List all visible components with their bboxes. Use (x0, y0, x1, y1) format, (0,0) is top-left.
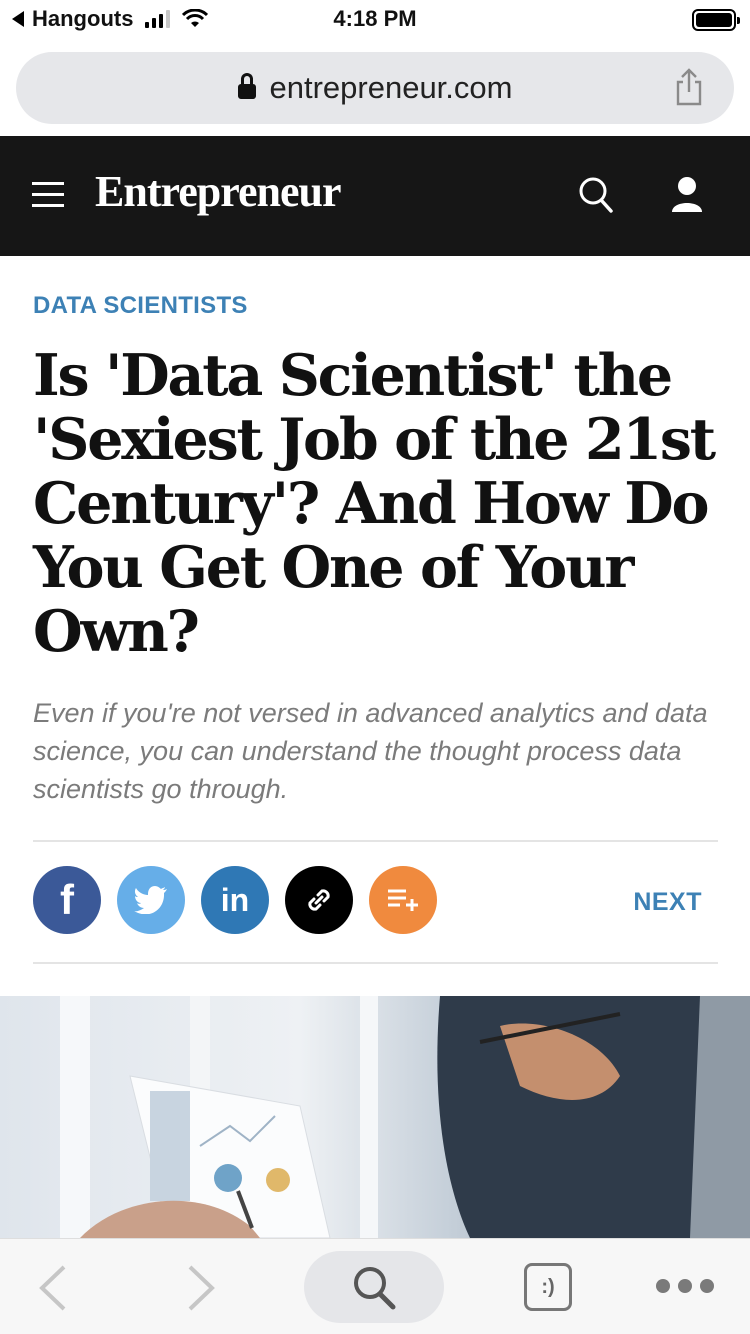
twitter-share-button[interactable] (117, 866, 185, 934)
hero-photo-illustration (60, 996, 750, 1238)
article-headline: Is 'Data Scientist' the 'Sexiest Job of … (33, 342, 716, 665)
site-header: Entrepreneur (0, 136, 750, 256)
tabs-icon[interactable]: :) (524, 1263, 572, 1311)
add-to-reading-list-button[interactable] (369, 866, 437, 934)
share-icon[interactable] (674, 68, 704, 106)
user-icon[interactable] (670, 176, 704, 214)
more-icon[interactable] (656, 1279, 714, 1293)
twitter-icon (134, 886, 167, 914)
facebook-icon: f (60, 876, 74, 923)
divider (33, 962, 718, 964)
facebook-share-button[interactable]: f (33, 866, 101, 934)
search-icon[interactable] (578, 176, 614, 214)
browser-toolbar: :) (0, 1238, 750, 1334)
article-hero-image (0, 996, 750, 1238)
add-to-list-icon (388, 889, 418, 911)
linkedin-icon: in (220, 881, 250, 918)
site-logo[interactable]: Entrepreneur (95, 166, 341, 217)
url-text: entrepreneur.com (269, 70, 513, 105)
article-category[interactable]: DATA SCIENTISTS (33, 292, 248, 320)
divider (33, 840, 718, 842)
lock-icon (237, 73, 256, 101)
toolbar-search-button[interactable] (304, 1251, 444, 1323)
link-icon (308, 889, 330, 911)
status-bar: Hangouts 4:18 PM (0, 0, 750, 40)
article-dek: Even if you're not versed in advanced an… (33, 698, 708, 804)
chevron-right-icon[interactable] (186, 1265, 216, 1311)
chevron-left-icon[interactable] (38, 1265, 68, 1311)
menu-icon[interactable] (32, 182, 64, 208)
url-bar[interactable]: entrepreneur.com (16, 52, 734, 124)
share-buttons: f in (33, 866, 437, 934)
next-article-link[interactable]: NEXT (633, 888, 702, 917)
linkedin-share-button[interactable]: in (201, 866, 269, 934)
search-icon (354, 1267, 396, 1310)
battery-icon (692, 9, 740, 31)
status-time: 4:18 PM (333, 6, 417, 31)
copy-link-button[interactable] (285, 866, 353, 934)
